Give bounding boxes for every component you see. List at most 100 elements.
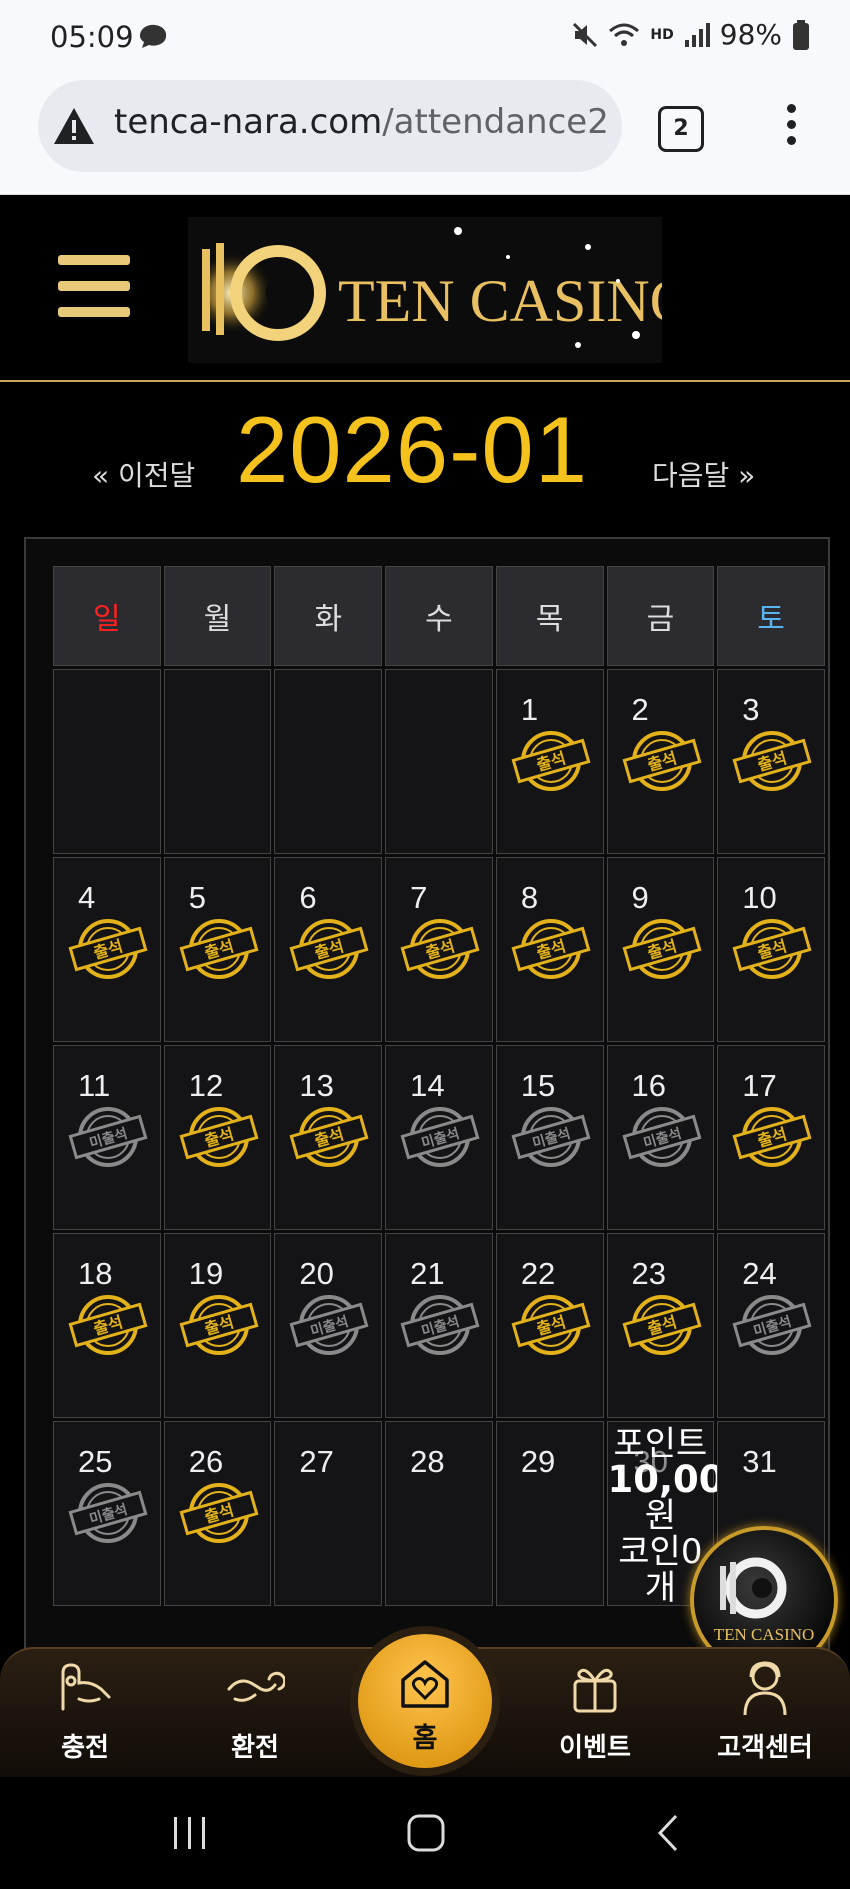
calendar-day-cell: 21 미출석 [385,1233,493,1418]
attended-stamp-icon: 출석 [732,919,812,979]
calendar-day-cell: 19 출석 [163,1233,272,1418]
points-tooltip-line: 포인트 [613,1424,708,1464]
day-number: 16 [631,1068,666,1103]
day-number: 10 [742,880,777,915]
nav-exchange-label: 환전 [231,1733,279,1763]
day-number: 2 [631,692,649,727]
home-heart-icon [401,1660,449,1708]
calendar-day-cell: 26 출석 [163,1421,272,1606]
nav-deposit-label: 충전 [61,1733,109,1763]
calendar-day-cell: 2 출석 [606,669,715,854]
missed-stamp-icon: 미출석 [68,1107,148,1167]
status-icons: HD 98% [572,18,810,51]
calendar-week-row: 4 출석 5 출석 6 출석 7 출석 8 출석 9 출석 10 출석 [53,857,825,1042]
calendar-day-cell: 5 출석 [163,857,272,1042]
day-number: 22 [520,1256,556,1291]
attended-stamp-icon: 출석 [179,1107,259,1167]
current-month: 2026-01 [236,397,588,502]
hamburger-menu-icon[interactable] [58,255,130,317]
recent-apps-icon[interactable] [170,1813,210,1853]
points-tooltip-line: 10,000 [607,1458,751,1501]
calendar-day-cell: 15 미출석 [495,1045,604,1230]
day-number: 11 [78,1068,111,1103]
back-icon[interactable] [650,1813,690,1853]
day-number: 24 [742,1256,777,1291]
support-icon [743,1661,787,1716]
day-number: 18 [78,1256,113,1291]
calendar-day-cell: 9 출석 [606,857,715,1042]
mute-icon [573,22,598,47]
url-path: /attendance2 [382,102,609,142]
signal-icon [684,22,710,47]
site-logo[interactable]: TEN CASINO [188,217,693,363]
system-nav-bar [0,1777,850,1889]
calendar-day-cell: 29 [495,1421,604,1606]
url-text[interactable]: tenca-nara.com/attendance2 [114,102,614,142]
day-number: 9 [631,880,649,915]
calendar-day-cell: 8 출석 [495,857,604,1042]
not-secure-warning-icon[interactable] [52,106,96,146]
day-number: 26 [188,1444,224,1479]
day-number: 4 [78,880,96,915]
next-month-link[interactable]: 다음달 » [652,454,755,494]
calendar-day-cell: 28 [385,1421,493,1606]
messenger-icon [140,24,167,48]
calendar-week-row: 1 출석 2 출석 3 출석 [53,669,825,854]
weekday-header: 화 [274,566,383,666]
weekday-header: 금 [606,566,715,666]
calendar-day-cell: 23 출석 [606,1233,715,1418]
nav-exchange[interactable]: 환전 [190,1659,320,1764]
weekday-header: 토 [717,566,825,666]
day-number: 15 [520,1068,556,1103]
nav-support[interactable]: 고객센터 [700,1659,830,1764]
calendar-day-cell: 27 [274,1421,383,1606]
site-header: TEN CASINO [0,195,850,382]
nav-home-label: 홈 [412,1723,438,1754]
browser-menu-icon[interactable] [785,104,797,152]
calendar-grid: 일월화수목금토 1 출석 2 출석 3 출석 4 출석 5 출석 6 출석 7 출석 8 출석 9 출석 10 출석 1… [50,563,828,1609]
weekday-row: 일월화수목금토 [53,566,825,666]
day-number: 31 [742,1444,777,1479]
calendar-day-cell: 24 미출석 [717,1233,825,1418]
status-bar: 05:09 HD 98% [0,0,850,76]
weekday-header: 일 [53,566,161,666]
day-number: 27 [299,1444,334,1479]
day-number: 19 [188,1256,224,1291]
attended-stamp-icon: 출석 [732,731,812,791]
deposit-icon [61,1663,111,1711]
address-bar[interactable]: tenca-nara.com/attendance2 [38,80,622,172]
calendar-day-cell: 16 미출석 [606,1045,715,1230]
attended-stamp-icon: 출석 [68,1295,148,1355]
status-time: 05:09 [50,20,134,54]
calendar-week-row: 11 미출석 12 출석 13 출석 14 미출석 15 미출석 16 미출석 17 출석 [53,1045,825,1230]
wifi-icon [609,23,640,46]
attended-stamp-icon: 출석 [622,919,702,979]
exchange-icon [227,1671,287,1702]
calendar-day-cell: 20 미출석 [274,1233,383,1418]
missed-stamp-icon: 미출석 [622,1107,702,1167]
nav-event[interactable]: 이벤트 [530,1659,660,1764]
points-tooltip-line: 원 [644,1496,676,1536]
attended-stamp-icon: 출석 [622,731,702,791]
missed-stamp-icon: 미출석 [400,1295,480,1355]
day-number: 14 [410,1068,445,1103]
nav-support-label: 고객센터 [717,1733,813,1763]
calendar-day-cell: 1 출석 [495,669,604,854]
nav-home-button[interactable]: 홈 [358,1634,492,1768]
nav-deposit[interactable]: 충전 [20,1659,150,1764]
day-number: 25 [78,1444,113,1479]
hd-voice-badge: HD [650,26,674,43]
prev-month-link[interactable]: « 이전달 [92,454,195,494]
calendar-day-cell: 3 출석 [717,669,825,854]
attended-stamp-icon: 출석 [179,1295,259,1355]
weekday-header: 월 [163,566,272,666]
calendar-day-cell: 12 출석 [163,1045,272,1230]
url-host: tenca-nara.com [114,102,383,142]
tab-switcher-button[interactable]: 2 [658,106,704,152]
calendar-week-row: 18 출석 19 출석 20 미출석 21 미출석 22 출석 23 출석 24 미출석 [53,1233,825,1418]
svg-text:TEN CASINO: TEN CASINO [338,268,662,334]
battery-icon [793,19,809,50]
calendar-empty-cell [385,669,493,854]
home-system-icon[interactable] [406,1813,446,1853]
attended-stamp-icon: 출석 [511,1295,591,1355]
